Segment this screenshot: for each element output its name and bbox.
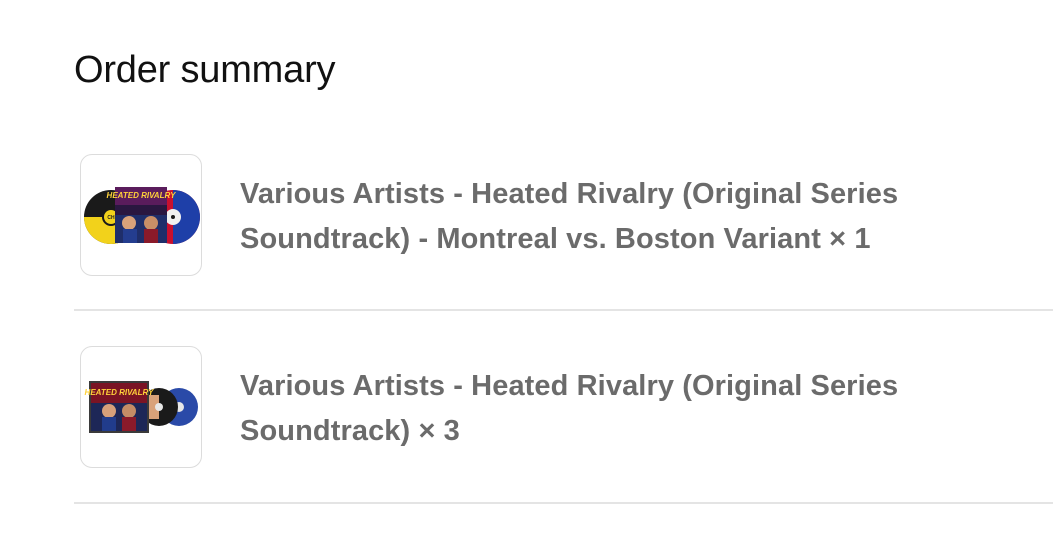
order-item: CH HEATED RIVALRY Various Artists - Heat… [74,154,1053,310]
product-thumbnail: HEATED RIVALRY [80,346,202,468]
product-name: Various Artists - Heated Rivalry (Origin… [240,178,899,255]
cd-bundle-image: HEATED RIVALRY [85,381,198,433]
order-item-description: Various Artists - Heated Rivalry (Origin… [240,172,1000,262]
product-thumbnail: CH HEATED RIVALRY [80,154,202,276]
product-name: Various Artists - Heated Rivalry (Origin… [240,370,899,447]
order-item: HEATED RIVALRY Various Artists - Heated … [74,346,1053,502]
divider [74,502,1053,504]
divider [74,309,1053,311]
product-quantity: × 1 [829,223,871,255]
svg-text:CH: CH [107,215,115,221]
product-quantity: × 3 [418,415,460,447]
order-item-description: Various Artists - Heated Rivalry (Origin… [240,364,1000,454]
cover-title-text: HEATED RIVALRY [107,191,177,200]
cover-title-text: HEATED RIVALRY [85,388,155,397]
order-summary-title: Order summary [74,49,336,91]
vinyl-album-image: CH HEATED RIVALRY [84,187,200,244]
